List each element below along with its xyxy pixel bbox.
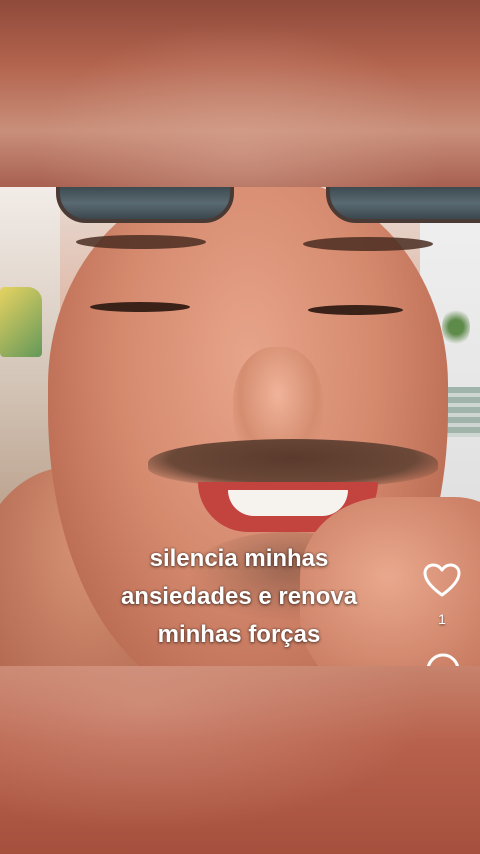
background-umbrella	[0, 287, 42, 357]
blurred-backdrop-top	[0, 0, 480, 187]
left-eye	[90, 302, 190, 312]
caption-line: ansiedades e renova	[120, 583, 358, 610]
right-eyebrow	[303, 237, 433, 251]
like-count: 1	[438, 611, 446, 627]
right-eye	[308, 305, 403, 315]
comment-button[interactable]	[424, 651, 462, 666]
video-player[interactable]: silencia minhas ansiedades e renova minh…	[0, 187, 480, 666]
caption-line: minhas forças	[157, 621, 321, 648]
blurred-backdrop-bottom	[0, 666, 480, 854]
mustache	[148, 439, 438, 487]
background-palm-tree	[442, 307, 470, 347]
left-eyebrow	[76, 235, 206, 249]
caption-line: silencia minhas	[149, 545, 329, 572]
video-caption: silencia minhas ansiedades e renova minh…	[60, 540, 418, 654]
comment-bubble-icon	[426, 653, 460, 666]
like-button[interactable]	[422, 561, 462, 601]
heart-outline-icon	[423, 563, 461, 597]
sunglasses	[56, 187, 480, 223]
